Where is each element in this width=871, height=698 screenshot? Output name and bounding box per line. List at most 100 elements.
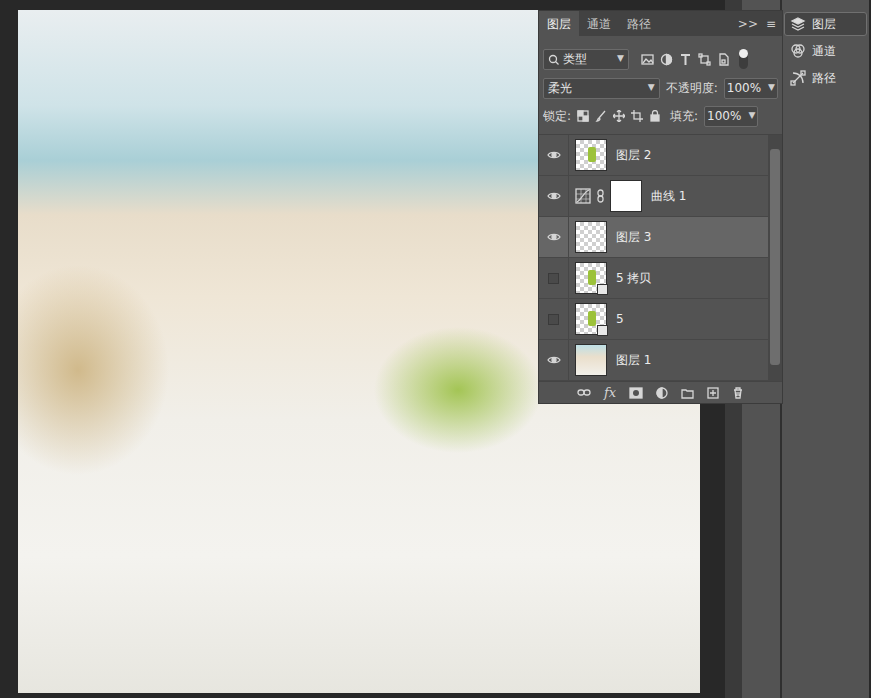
adjustment-layer-icon[interactable] (656, 387, 668, 399)
smart-object-badge-icon (597, 325, 608, 336)
link-layers-icon[interactable] (577, 387, 591, 398)
lock-brush-icon[interactable] (595, 110, 607, 122)
layer-name[interactable]: 图层 1 (616, 351, 651, 369)
paths-icon (790, 70, 806, 86)
can-thumbnail-icon (588, 311, 596, 326)
layer-name[interactable]: 5 (616, 310, 624, 328)
filter-kind-label: 类型 (563, 50, 587, 68)
lock-all-icon[interactable] (649, 110, 661, 122)
smart-filter-icon[interactable] (717, 53, 730, 66)
filter-toggle[interactable] (739, 49, 748, 69)
pixel-filter-icon[interactable] (641, 53, 654, 66)
filter-row: 类型▼ (539, 44, 782, 74)
layer-name[interactable]: 图层 2 (616, 146, 651, 164)
lock-transparent-icon[interactable] (577, 110, 589, 122)
layer-content: 图层 3 (569, 221, 651, 253)
eye-icon (547, 149, 561, 161)
visibility-toggle[interactable] (539, 135, 569, 176)
panel-tab[interactable]: 路径 (619, 11, 659, 36)
can-thumbnail-icon (588, 270, 596, 285)
layer-row[interactable]: 5 (539, 299, 768, 340)
layer-rows: 图层 2 曲线 1 图层 3 5 拷贝 5 图层 1 (539, 135, 768, 381)
dropdown-caret-icon: ▼ (768, 81, 775, 95)
layer-row[interactable]: 图层 1 (539, 340, 768, 381)
adjustment-filter-icon[interactable] (660, 53, 673, 66)
tabbar-controls: >> ≡ (738, 11, 782, 36)
type-filter-icon[interactable] (679, 53, 692, 66)
visibility-toggle[interactable] (539, 299, 569, 340)
blend-mode-label: 柔光 (548, 79, 572, 97)
panel-footer: fx (539, 381, 782, 403)
trash-icon[interactable] (732, 387, 744, 399)
hidden-box-icon (548, 273, 559, 284)
layer-row[interactable]: 曲线 1 (539, 176, 768, 217)
filter-kind-dropdown[interactable]: 类型▼ (543, 49, 629, 70)
visibility-toggle[interactable] (539, 258, 569, 299)
layer-list: 图层 2 曲线 1 图层 3 5 拷贝 5 图层 1 (539, 134, 782, 381)
collapse-button[interactable]: >> (738, 15, 758, 33)
layer-thumbnail (575, 139, 607, 171)
panel-tabbar: 图层通道路径 >> ≡ (539, 11, 782, 36)
blend-row: 柔光 ▼ 不透明度: 100% ▼ (539, 74, 782, 102)
layer-mask-thumbnail (610, 180, 642, 212)
can-thumbnail-icon (588, 147, 596, 162)
layer-row[interactable]: 图层 3 (539, 217, 768, 258)
layer-row[interactable]: 5 拷贝 (539, 258, 768, 299)
dock-label: 路径 (812, 69, 836, 87)
search-icon (548, 54, 559, 65)
layers-icon (790, 16, 806, 32)
layer-thumbnail (575, 262, 607, 294)
blend-mode-dropdown[interactable]: 柔光 ▼ (543, 78, 660, 99)
layer-content: 5 拷贝 (569, 262, 651, 294)
curves-adjustment-icon (575, 188, 591, 204)
opacity-field[interactable]: 100% ▼ (724, 78, 778, 99)
layer-content: 图层 2 (569, 139, 651, 171)
chain-link-icon (597, 189, 604, 203)
dropdown-caret-icon: ▼ (648, 81, 655, 95)
layer-thumbnail (575, 344, 607, 376)
layer-name[interactable]: 5 拷贝 (616, 269, 651, 287)
dock-button[interactable]: 通道 (784, 39, 867, 63)
layer-row[interactable]: 图层 2 (539, 135, 768, 176)
eye-icon (547, 231, 561, 243)
lock-row: 锁定: 填充: 100%▼ (539, 102, 782, 130)
channels-icon (790, 43, 806, 59)
layer-name[interactable]: 图层 3 (616, 228, 651, 246)
layer-thumbnail (575, 221, 607, 253)
visibility-toggle[interactable] (539, 176, 569, 217)
panel-tab[interactable]: 图层 (539, 11, 579, 36)
shape-filter-icon[interactable] (698, 53, 711, 66)
panel-menu-button[interactable]: ≡ (766, 15, 776, 33)
lock-artboard-icon[interactable] (631, 110, 643, 122)
eye-icon (547, 190, 561, 202)
fill-label: 填充: (670, 107, 698, 125)
dock-button[interactable]: 图层 (784, 12, 867, 36)
dock-button[interactable]: 路径 (784, 66, 867, 90)
lock-move-icon[interactable] (613, 110, 625, 122)
scrollbar[interactable] (768, 135, 782, 381)
layers-panel: 图层通道路径>>≡ 类型▼ 柔光▼不透明度:100%▼ 锁定:填充:100%▼ … (538, 10, 783, 404)
smart-object-badge-icon (597, 284, 608, 295)
opacity-value[interactable]: 100% (727, 79, 761, 97)
layer-style-button[interactable]: fx (604, 383, 616, 403)
visibility-toggle[interactable] (539, 340, 569, 381)
panel-tab[interactable]: 通道 (579, 11, 619, 36)
filter-icons (641, 53, 730, 66)
lock-icons (577, 110, 661, 122)
fill-field[interactable]: 100%▼ (704, 106, 758, 127)
add-mask-icon[interactable] (629, 387, 643, 399)
lock-label: 锁定: (543, 107, 571, 125)
fill-value[interactable]: 100% (707, 107, 741, 125)
opacity-label: 不透明度: (666, 79, 718, 97)
visibility-toggle[interactable] (539, 217, 569, 258)
eye-icon (547, 354, 561, 366)
layer-name[interactable]: 曲线 1 (651, 187, 686, 205)
layer-content: 曲线 1 (569, 180, 686, 212)
layer-content: 图层 1 (569, 344, 651, 376)
hidden-box-icon (548, 314, 559, 325)
layer-thumbnail (575, 303, 607, 335)
panel-dock: 图层通道路径 (782, 0, 869, 698)
new-layer-icon[interactable] (707, 387, 719, 399)
new-group-icon[interactable] (681, 387, 694, 399)
scrollbar-thumb[interactable] (770, 149, 780, 365)
